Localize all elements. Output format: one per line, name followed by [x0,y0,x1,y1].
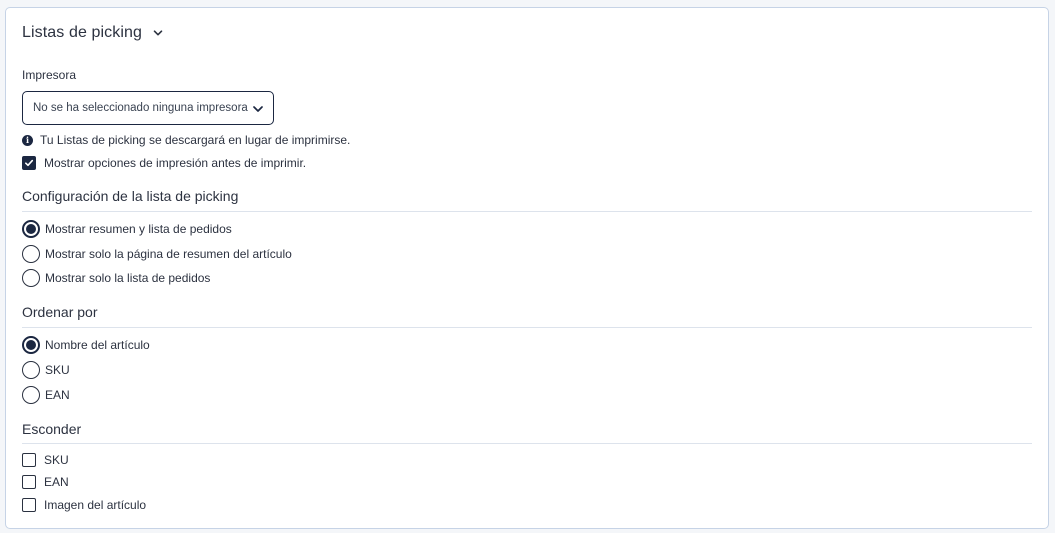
radio-label: SKU [45,363,70,377]
checkmark-icon [25,159,34,167]
section-header-toggle[interactable]: Listas de picking [22,24,164,42]
radio-button[interactable] [22,361,40,379]
divider [22,211,1032,212]
printer-select[interactable]: No se ha seleccionado ninguna impresora [22,91,274,125]
config-radio-orders-only[interactable]: Mostrar solo la lista de pedidos [22,269,210,287]
show-print-options-checkbox[interactable]: Mostrar opciones de impresión antes de i… [22,156,306,170]
config-radio-summary-and-orders[interactable]: Mostrar resumen y lista de pedidos [22,220,232,238]
radio-label: EAN [45,388,70,402]
radio-label: Mostrar solo la página de resumen del ar… [45,247,292,261]
sort-section-title: Ordenar por [22,304,98,320]
radio-button[interactable] [22,386,40,404]
download-info-text: Tu Listas de picking se descargará en lu… [40,133,351,147]
checkbox-box[interactable] [22,453,36,467]
radio-button[interactable] [22,336,40,354]
hide-checkbox-sku[interactable]: SKU [22,453,69,467]
checkbox-label: EAN [44,475,69,489]
divider [22,327,1032,328]
radio-button[interactable] [22,269,40,287]
checkbox-box[interactable] [22,156,36,170]
section-title: Listas de picking [22,24,142,41]
config-radio-summary-only[interactable]: Mostrar solo la página de resumen del ar… [22,245,292,263]
chevron-down-icon [153,30,163,36]
hide-section-title: Esconder [22,421,82,437]
checkbox-label: SKU [44,453,69,467]
sort-radio-ean[interactable]: EAN [22,386,70,404]
picking-lists-panel: Listas de picking Impresora No se ha sel… [5,7,1049,529]
hide-checkbox-ean[interactable]: EAN [22,475,69,489]
config-section-title: Configuración de la lista de picking [22,188,239,204]
divider [22,443,1032,444]
checkbox-label: Imagen del artículo [44,498,147,512]
sort-radio-sku[interactable]: SKU [22,361,70,379]
radio-button[interactable] [22,245,40,263]
checkbox-box[interactable] [22,475,36,489]
download-info: i Tu Listas de picking se descargará en … [22,133,350,147]
checkbox-box[interactable] [22,498,36,512]
hide-checkbox-item-image[interactable]: Imagen del artículo [22,498,146,512]
printer-label: Impresora [22,68,77,82]
sort-radio-item-name[interactable]: Nombre del artículo [22,336,150,354]
radio-label: Nombre del artículo [45,338,150,352]
chevron-down-icon [253,106,263,112]
radio-button[interactable] [22,220,40,238]
radio-label: Mostrar resumen y lista de pedidos [45,222,232,236]
info-icon: i [22,134,33,146]
printer-select-value: No se ha seleccionado ninguna impresora [33,102,248,114]
radio-label: Mostrar solo la lista de pedidos [45,271,211,285]
show-print-options-label: Mostrar opciones de impresión antes de i… [44,156,307,170]
